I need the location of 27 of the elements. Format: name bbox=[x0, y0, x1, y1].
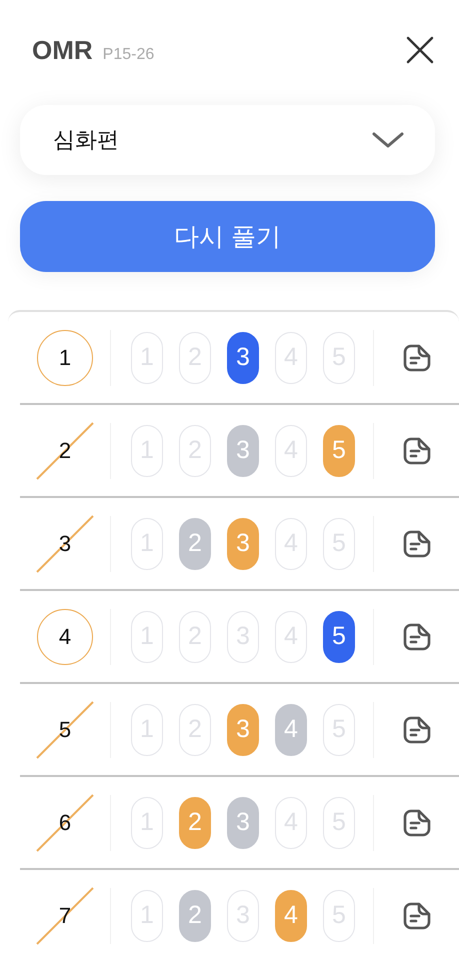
note-icon[interactable] bbox=[402, 528, 432, 558]
note-icon[interactable] bbox=[402, 622, 432, 652]
answer-option[interactable]: 4 bbox=[275, 704, 307, 756]
page-range: P15-26 bbox=[102, 46, 154, 64]
answer-option[interactable]: 3 bbox=[227, 518, 259, 570]
note-icon[interactable] bbox=[402, 808, 432, 838]
question-number: 1 bbox=[37, 330, 93, 386]
note-icon[interactable] bbox=[402, 436, 432, 466]
answer-option[interactable]: 3 bbox=[227, 424, 259, 476]
answer-option[interactable]: 5 bbox=[323, 424, 355, 476]
level-dropdown[interactable]: 심화편 bbox=[20, 105, 435, 175]
answer-option[interactable]: 2 bbox=[179, 890, 211, 942]
answer-option[interactable]: 4 bbox=[275, 890, 307, 942]
retry-button[interactable]: 다시 풀기 bbox=[20, 201, 435, 272]
question-number: 4 bbox=[37, 608, 93, 664]
note-icon[interactable] bbox=[402, 714, 432, 744]
chevron-down-icon bbox=[371, 130, 405, 150]
answer-option[interactable]: 3 bbox=[227, 796, 259, 848]
answer-option[interactable]: 5 bbox=[323, 610, 355, 662]
note-icon[interactable] bbox=[402, 342, 432, 372]
note-icon[interactable] bbox=[402, 900, 432, 930]
answer-option[interactable]: 3 bbox=[227, 332, 259, 384]
sheet-title: OMR bbox=[32, 34, 93, 66]
answer-option[interactable]: 2 bbox=[179, 518, 211, 570]
close-icon[interactable] bbox=[405, 35, 435, 65]
answer-option[interactable]: 3 bbox=[227, 704, 259, 756]
answer-option[interactable]: 2 bbox=[179, 796, 211, 848]
